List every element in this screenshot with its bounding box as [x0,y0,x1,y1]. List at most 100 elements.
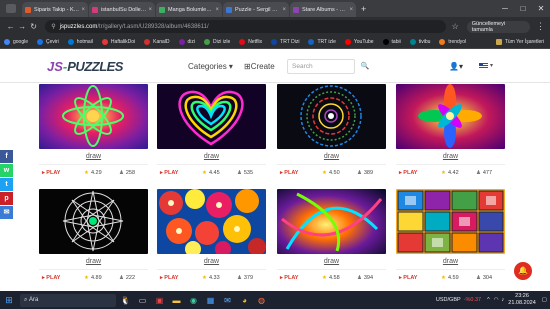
close-icon[interactable]: × [81,7,85,13]
browser-tab[interactable]: Siparis Takip - KitapdeSori× [22,2,88,17]
browser-tab-active[interactable]: Stare Albums - zaBook× [290,2,356,17]
bookmark-item[interactable]: google [4,39,28,45]
puzzle-thumbnail[interactable] [157,84,266,149]
bookmark-item[interactable]: tabii [382,39,401,45]
bookmark-star-icon[interactable]: ☆ [452,22,459,31]
puzzle-thumbnail[interactable] [277,189,386,254]
clock[interactable]: 23:26 21.08.2024 [508,293,536,307]
edge-icon[interactable]: ◉ [186,293,201,308]
puzzle-title[interactable]: draw [39,153,148,160]
browser-tab[interactable]: Puzzle - Sergil Eray - Cizi× [223,2,289,17]
close-icon[interactable]: × [215,7,219,13]
caret-down-icon[interactable]: ▾ [490,62,493,69]
reload-icon[interactable]: ↻ [28,22,39,31]
stock-ticker[interactable]: USD/GBP [436,297,461,303]
site-info-icon[interactable]: ⚲ [51,23,55,30]
email-icon[interactable]: ✉ [0,206,13,219]
bookmark-item[interactable]: dizi [178,39,195,45]
puzzle-card[interactable]: draw ▸ PLAY ★ 4.33 ♟ 379 [157,189,266,284]
create-button[interactable]: ⊞Create [244,62,275,71]
play-button[interactable]: ▸ PLAY [280,170,322,176]
bookmark-item[interactable]: hotmail [67,39,93,45]
notification-icon[interactable]: ▢ [542,297,547,303]
menu-icon[interactable]: ⋮ [536,21,545,32]
url-field[interactable]: ⚲ jspuzzles.com/tr/gallery/t.asm/U289328… [45,20,446,33]
us-flag-icon[interactable] [479,63,488,69]
puzzle-title[interactable]: draw [157,258,266,265]
play-button[interactable]: ▸ PLAY [399,275,441,281]
puzzle-card[interactable]: draw ▸ PLAY ★ 4.58 ♟ 394 [277,189,386,284]
facebook-icon[interactable]: f [0,150,13,163]
site-logo[interactable]: JS-PUZZLES [47,59,123,74]
notification-bell-icon[interactable]: 🔔 [514,262,532,280]
back-icon[interactable]: ← [5,22,16,31]
user-menu-icon[interactable]: 👤▾ [449,62,463,71]
bookmark-item[interactable]: HaftalikDoi [101,39,135,45]
search-icon[interactable]: 🔍 [358,59,372,74]
forward-icon[interactable]: → [16,22,27,31]
play-button[interactable]: ▸ PLAY [160,170,202,176]
firefox-icon[interactable]: ◍ [254,293,269,308]
play-button[interactable]: ▸ PLAY [42,170,84,176]
wifi-icon[interactable]: ◠ [494,297,499,303]
play-button[interactable]: ▸ PLAY [42,275,84,281]
play-button[interactable]: ▸ PLAY [399,170,441,176]
close-icon[interactable]: × [282,7,286,13]
puzzle-title[interactable]: draw [396,153,505,160]
file-explorer-icon[interactable]: ▬ [169,293,184,308]
play-button[interactable]: ▸ PLAY [280,275,322,281]
puzzle-card[interactable]: draw ▸ PLAY ★ 4.50 ♟ 389 [277,84,386,179]
volume-icon[interactable]: ♪ [502,297,505,303]
maximize-icon[interactable]: □ [514,0,532,17]
puzzle-card[interactable]: draw ▸ PLAY ★ 4.59 ♟ 304 [396,189,505,284]
minimize-icon[interactable]: ─ [496,0,514,17]
browser-tab[interactable]: Manga Bolumleme Oyunu× [156,2,222,17]
puzzle-card[interactable]: draw ▸ PLAY ★ 4.29 ♟ 258 [39,84,148,179]
new-tab-button[interactable]: + [361,4,366,14]
app-icon[interactable]: ▣ [152,293,167,308]
close-icon[interactable]: × [148,7,152,13]
tab-search-button[interactable] [6,4,16,13]
bookmark-item[interactable]: tivibu [409,39,430,45]
puzzle-thumbnail[interactable] [39,84,148,149]
puzzle-title[interactable]: draw [277,153,386,160]
puzzle-title[interactable]: draw [39,258,148,265]
taskbar-search[interactable]: ⌕ Ara [20,293,116,307]
bookmark-item[interactable]: KanalD [144,39,170,45]
bookmark-item[interactable]: YouTube [344,39,374,45]
puzzle-thumbnail[interactable] [157,189,266,254]
bookmark-item[interactable]: Dizi izle [204,39,230,45]
update-button[interactable]: Güncellemeyi tamamla [466,20,530,33]
twitter-icon[interactable]: t [0,178,13,191]
close-window-icon[interactable]: ✕ [532,0,550,17]
close-icon[interactable]: × [349,7,353,13]
store-icon[interactable]: ▦ [203,293,218,308]
puzzle-thumbnail[interactable] [396,189,505,254]
puzzle-title[interactable]: draw [277,258,386,265]
categories-menu[interactable]: Categories ▾ [188,62,233,71]
all-bookmarks-folder[interactable]: Tüm Yer İşaretleri [495,39,544,45]
puzzle-thumbnail[interactable] [396,84,505,149]
search-input[interactable]: Search [287,59,355,74]
browser-tab[interactable]: istanbulSu Dolle 2-Bolum× [89,2,155,17]
puzzle-card[interactable]: draw ▸ PLAY ★ 4.45 ♟ 535 [157,84,266,179]
puzzle-thumbnail[interactable] [277,84,386,149]
puzzle-title[interactable]: draw [396,258,505,265]
bookmark-item[interactable]: TRT Dizi [271,39,299,45]
chrome-icon[interactable]: ◕ [237,293,252,308]
pinterest-icon[interactable]: p [0,192,13,205]
windows-start-icon[interactable]: ⊞ [0,295,18,306]
play-button[interactable]: ▸ PLAY [160,275,202,281]
tray-chevron-icon[interactable]: ^ [487,297,490,303]
puzzle-card[interactable]: draw ▸ PLAY ★ 4.42 ♟ 477 [396,84,505,179]
task-view-icon[interactable]: ▭ [135,293,150,308]
puzzle-thumbnail[interactable] [39,189,148,254]
bookmark-item[interactable]: Netflix [239,39,262,45]
bookmark-item[interactable]: trendyol [439,39,466,45]
bookmark-item[interactable]: TRT izle [308,39,336,45]
puzzle-title[interactable]: draw [157,153,266,160]
whatsapp-icon[interactable]: w [0,164,13,177]
mail-icon[interactable]: ✉ [220,293,235,308]
bookmark-item[interactable]: Çeviri [37,39,59,45]
puzzle-card[interactable]: draw ▸ PLAY ★ 4.89 ♟ 222 [39,189,148,284]
